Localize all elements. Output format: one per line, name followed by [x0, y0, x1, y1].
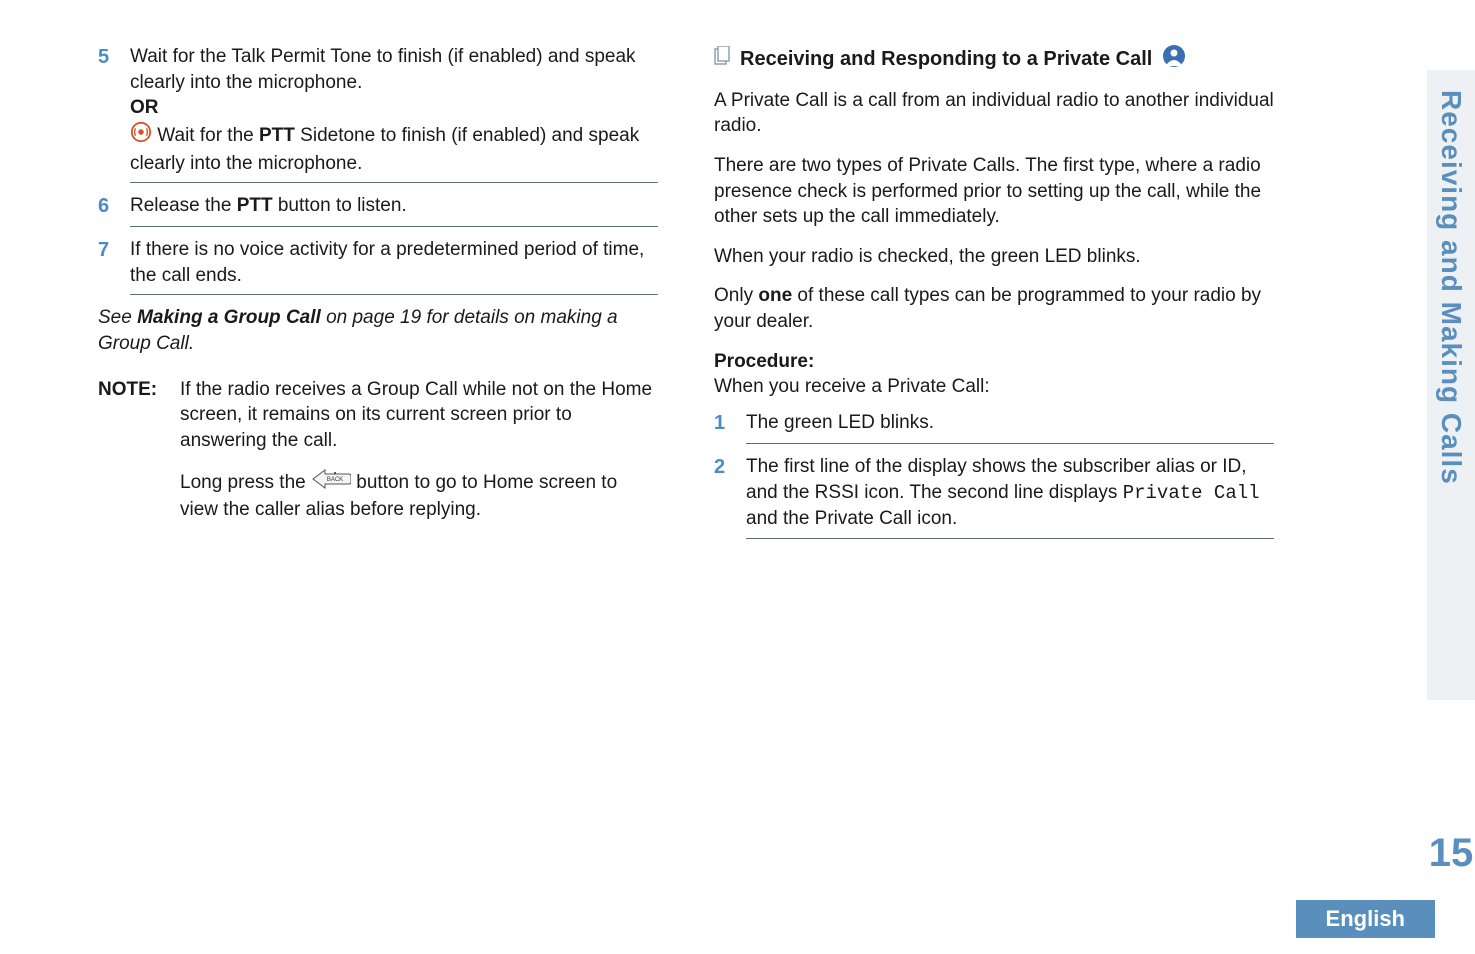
step-body: If there is no voice activity for a pred… [130, 237, 658, 288]
note-label: NOTE: [98, 377, 166, 537]
private-call-icon [1162, 44, 1186, 76]
two-column-layout: 5 Wait for the Talk Permit Tone to finis… [98, 44, 1415, 549]
paragraph: When your radio is checked, the green LE… [714, 244, 1274, 270]
paragraph: A Private Call is a call from an individ… [714, 88, 1274, 139]
step-text: If there is no voice activity for a pred… [130, 239, 644, 286]
note-paragraph-2: Long press the BACK button to go to Home… [180, 468, 658, 523]
step-number: 6 [98, 193, 116, 220]
page: 5 Wait for the Talk Permit Tone to finis… [0, 0, 1475, 954]
left-column: 5 Wait for the Talk Permit Tone to finis… [98, 44, 658, 549]
proc-step-1: 1 The green LED blinks. [714, 410, 1274, 437]
step-text-a: Release the [130, 195, 237, 216]
ptt-label: PTT [237, 195, 273, 216]
divider [130, 182, 658, 183]
p4-bold: one [758, 285, 792, 306]
step-number: 1 [714, 410, 732, 437]
step-5: 5 Wait for the Talk Permit Tone to finis… [98, 44, 658, 176]
step-text-b: button to listen. [273, 195, 407, 216]
p4a: Only [714, 285, 758, 306]
see-bold: Making a Group Call [137, 307, 321, 328]
note-paragraph-1: If the radio receives a Group Call while… [180, 377, 658, 454]
side-heading-tab: Receiving and Making Calls [1427, 70, 1475, 700]
step-7: 7 If there is no voice activity for a pr… [98, 237, 658, 288]
page-number: 15 [1427, 831, 1475, 876]
divider [746, 538, 1274, 539]
note-p2a: Long press the [180, 472, 311, 493]
step-number: 5 [98, 44, 116, 176]
or-label: OR [130, 97, 159, 118]
step-body: The first line of the display shows the … [746, 454, 1274, 532]
language-tab: English [1296, 900, 1435, 938]
step-number: 2 [714, 454, 732, 532]
step-text: Wait for the Talk Permit Tone to finish … [130, 46, 636, 93]
section-heading: Receiving and Responding to a Private Ca… [714, 44, 1274, 76]
step-number: 7 [98, 237, 116, 288]
proc-step-2: 2 The first line of the display shows th… [714, 454, 1274, 532]
section-title: Receiving and Responding to a Private Ca… [740, 46, 1152, 73]
paragraph: There are two types of Private Calls. Th… [714, 153, 1274, 230]
step-body: Release the PTT button to listen. [130, 193, 658, 220]
step-body: Wait for the Talk Permit Tone to finish … [130, 44, 658, 176]
side-heading-text: Receiving and Making Calls [1435, 90, 1467, 485]
step-6: 6 Release the PTT button to listen. [98, 193, 658, 220]
right-column: Receiving and Responding to a Private Ca… [714, 44, 1274, 549]
divider [746, 443, 1274, 444]
svg-text:BACK: BACK [327, 477, 343, 483]
procedure-label: Procedure: [714, 349, 1274, 375]
see-reference: See Making a Group Call on page 19 for d… [98, 305, 658, 356]
see-a: See [98, 307, 137, 328]
step2-mono: Private Call [1123, 482, 1260, 504]
divider [130, 226, 658, 227]
back-button-icon: BACK [311, 468, 351, 498]
step2-b: and the Private Call icon. [746, 508, 957, 529]
procedure-subtitle: When you receive a Private Call: [714, 374, 1274, 400]
step-body: The green LED blinks. [746, 410, 1274, 437]
ptt-label: PTT [259, 125, 295, 146]
note-block: NOTE: If the radio receives a Group Call… [98, 377, 658, 537]
radio-ring-icon [130, 121, 152, 151]
divider [130, 294, 658, 295]
note-body: If the radio receives a Group Call while… [180, 377, 658, 537]
step-text-2a: Wait for the [157, 125, 259, 146]
document-icon [714, 46, 730, 74]
p4b: of these call types can be programmed to… [714, 285, 1261, 332]
paragraph: Only one of these call types can be prog… [714, 283, 1274, 334]
